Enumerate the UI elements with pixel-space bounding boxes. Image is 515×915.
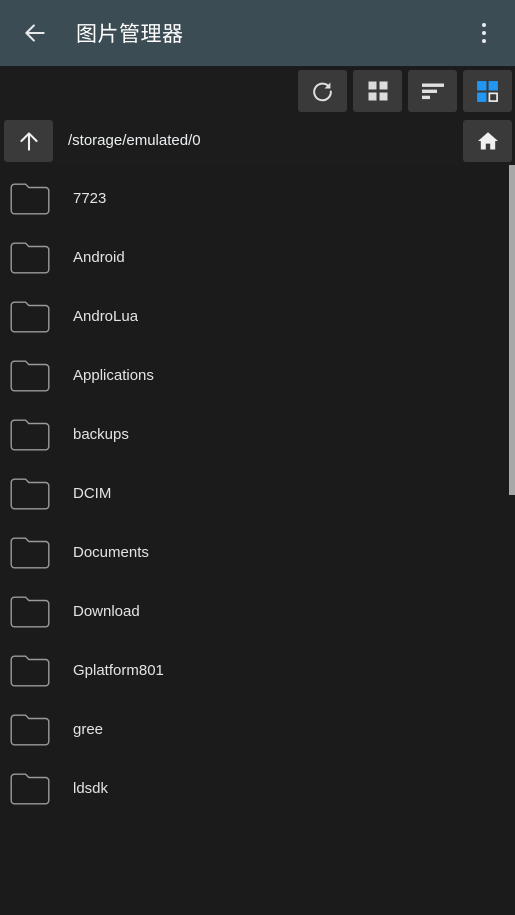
path-bar: /storage/emulated/0: [0, 116, 515, 165]
list-item[interactable]: Applications: [0, 346, 515, 405]
folder-icon: [10, 183, 50, 214]
list-item-label: Download: [73, 603, 140, 620]
grid-view-icon: [368, 81, 387, 101]
arrow-up-icon: [19, 131, 38, 151]
grid-view-button[interactable]: [353, 70, 402, 112]
arrow-left-icon: [25, 24, 45, 42]
list-item-label: Documents: [73, 544, 149, 561]
overflow-dot: [482, 31, 486, 35]
folder-icon: [10, 242, 50, 273]
list-item[interactable]: DCIM: [0, 464, 515, 523]
list-item[interactable]: Download: [0, 582, 515, 641]
home-button[interactable]: [463, 119, 512, 162]
sort-icon: [421, 83, 444, 100]
overflow-dot: [482, 39, 486, 43]
multi-select-icon: [477, 80, 498, 102]
folder-icon: [10, 714, 50, 745]
list-item-label: ldsdk: [73, 780, 109, 797]
list-item[interactable]: 7723: [0, 169, 515, 228]
list-item[interactable]: Gplatform801: [0, 641, 515, 700]
list-item[interactable]: backups: [0, 405, 515, 464]
overflow-menu-button[interactable]: [467, 13, 501, 53]
select-mode-button[interactable]: [463, 70, 512, 112]
list-item-label: gree: [73, 721, 104, 738]
overflow-dot: [482, 23, 486, 27]
folder-icon: [10, 773, 50, 804]
file-list-container: 7723 Android AndroLua Applications backups DC…: [0, 165, 515, 915]
back-button[interactable]: [18, 16, 52, 50]
list-item[interactable]: Documents: [0, 523, 515, 582]
home-icon: [477, 131, 498, 149]
scrollbar-track[interactable]: [509, 165, 515, 915]
page-title: 图片管理器: [76, 23, 184, 46]
list-item[interactable]: AndroLua: [0, 287, 515, 346]
navigate-up-button[interactable]: [4, 119, 53, 162]
image-manager-app: 图片管理器 /storage/emulated/0 7723 Android A…: [0, 0, 515, 915]
folder-icon: [10, 360, 50, 391]
list-item-label: Gplatform801: [73, 662, 164, 679]
list-item[interactable]: ldsdk: [0, 759, 515, 818]
toolbar: [0, 66, 515, 116]
folder-icon: [10, 301, 50, 332]
scrollbar-thumb[interactable]: [509, 165, 515, 495]
list-item[interactable]: Android: [0, 228, 515, 287]
list-item-label: Applications: [73, 367, 154, 384]
list-item-label: DCIM: [73, 485, 112, 502]
folder-icon: [10, 478, 50, 509]
file-list: 7723 Android AndroLua Applications backups DC…: [0, 165, 515, 818]
list-item-label: AndroLua: [73, 308, 139, 325]
list-item[interactable]: gree: [0, 700, 515, 759]
list-item-label: 7723: [73, 190, 107, 207]
sort-button[interactable]: [408, 70, 457, 112]
list-item-label: backups: [73, 426, 129, 443]
folder-icon: [10, 655, 50, 686]
list-item-label: Android: [73, 249, 125, 266]
title-bar: 图片管理器: [0, 0, 515, 66]
refresh-button[interactable]: [298, 70, 347, 112]
folder-icon: [10, 419, 50, 450]
refresh-icon: [313, 82, 332, 101]
current-path-label[interactable]: /storage/emulated/0: [53, 132, 463, 149]
folder-icon: [10, 537, 50, 568]
folder-icon: [10, 596, 50, 627]
